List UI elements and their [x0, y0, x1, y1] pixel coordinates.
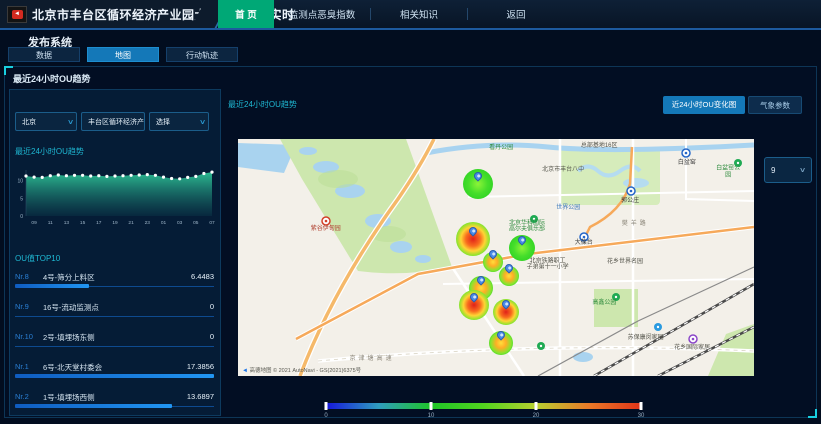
row-rank: Nr.9	[15, 302, 29, 311]
svg-text:0: 0	[20, 214, 23, 220]
svg-text:5: 5	[20, 196, 23, 202]
top-list-row: Nr.9 16号-流动监测点 0	[10, 296, 220, 326]
top-list-title: OU值TOP10	[15, 253, 60, 264]
ou-trend-chart: 0510091113151719212301030507	[12, 164, 218, 232]
row-bar-fill	[15, 404, 172, 408]
svg-text:09: 09	[31, 220, 37, 226]
chevron-down-icon: ∨	[143, 118, 145, 126]
hour-select[interactable]: 9 ∨	[764, 157, 812, 183]
row-station-name: 1号-填埋场西侧	[43, 392, 95, 403]
chevron-down-icon: ∨	[799, 166, 806, 174]
tab-0[interactable]: 数据	[8, 47, 80, 62]
weather-params-button[interactable]: 气象参数	[748, 96, 802, 114]
nav-item-0[interactable]: 首 页	[218, 0, 274, 28]
park-select-value: 丰台区循环经济产	[88, 117, 144, 127]
row-ou-value: 6.4483	[191, 272, 214, 281]
legend-tick-mark	[325, 402, 328, 410]
legend-gradient-bar	[326, 403, 641, 409]
svg-text:21: 21	[128, 220, 134, 226]
legend-tick-label: 0	[324, 413, 327, 419]
map-section-label: 最近24小时OU趋势	[228, 99, 297, 110]
park-select[interactable]: 丰台区循环经济产 ∨	[81, 112, 145, 131]
top-list-row: Nr.10 2号-填埋场东侧 0	[10, 326, 220, 356]
ou-color-legend: 0102030	[326, 403, 641, 421]
tab-2[interactable]: 行动轨迹	[166, 47, 238, 62]
nav-item-2[interactable]: 相关知识	[371, 0, 467, 28]
svg-text:11: 11	[48, 220, 53, 226]
row-ou-value: 0	[210, 302, 214, 311]
app-window: ◄ 北京市丰台区循环经济产业园大气恶臭状况实时 首 页监测点恶臭指数相关知识返回…	[0, 0, 821, 424]
station-select[interactable]: 选择 ∨	[149, 112, 209, 131]
region-select-value: 北京	[22, 117, 36, 127]
top-list-row: Nr.2 1号-填埋场西侧 13.6897	[10, 386, 220, 416]
row-rank: Nr.1	[15, 362, 29, 371]
panel-corner-accent	[4, 66, 13, 75]
svg-text:13: 13	[64, 220, 70, 226]
legend-tick-mark	[430, 402, 433, 410]
app-logo: ◄	[7, 6, 27, 23]
svg-text:03: 03	[177, 220, 183, 226]
row-rank: Nr.8	[15, 272, 29, 281]
legend-tick-label: 10	[428, 413, 435, 419]
row-ou-value: 0	[210, 332, 214, 341]
top-list-row: Nr.8 4号-筛分上料区 6.4483	[10, 266, 220, 296]
row-bar-fill	[15, 374, 214, 378]
header-bar: ◄ 北京市丰台区循环经济产业园大气恶臭状况实时 首 页监测点恶臭指数相关知识返回	[0, 0, 821, 30]
ou-change-map-button[interactable]: 近24小时OU变化图	[663, 96, 745, 114]
svg-text:17: 17	[96, 220, 102, 226]
row-ou-value: 13.6897	[187, 392, 214, 401]
legend-tick-label: 20	[533, 413, 540, 419]
view-tabs: 数据地图行动轨迹	[8, 47, 238, 62]
row-station-name: 2号-填埋场东侧	[43, 332, 95, 343]
row-ou-value: 17.3856	[187, 362, 214, 371]
row-rank: Nr.10	[15, 332, 33, 341]
legend-tick-label: 30	[638, 413, 645, 419]
nav-item-3[interactable]: 返回	[468, 0, 564, 28]
station-select-value: 选择	[156, 117, 170, 127]
legend-tick-mark	[640, 402, 643, 410]
chevron-down-icon: ∨	[199, 118, 206, 126]
map-attribution: ◄ 高德地图 © 2021 AutoNavi - GS(2021)6375号	[242, 366, 361, 374]
ou-top-list: Nr.84号-筛分上料区6.4483Nr.916号-流动监测点0Nr.102号-…	[10, 266, 220, 416]
panel-corner-accent	[808, 409, 817, 418]
hour-select-value: 9	[771, 166, 775, 175]
top-nav: 首 页监测点恶臭指数相关知识返回	[218, 0, 564, 28]
svg-text:23: 23	[145, 220, 151, 226]
svg-text:15: 15	[80, 220, 86, 226]
row-station-name: 16号-流动监测点	[43, 302, 99, 313]
svg-text:05: 05	[193, 220, 199, 226]
logo-icon: ◄	[12, 10, 23, 19]
left-panel: 北京 ∨ 丰台区循环经济产 ∨ 选择 ∨ 最近24小时OU趋势 05100911…	[9, 89, 221, 416]
amap-logo-icon: ◄	[242, 368, 248, 374]
tab-1[interactable]: 地图	[87, 47, 159, 62]
row-station-name: 4号-筛分上料区	[43, 272, 95, 283]
heat-map[interactable]: 看丹公园总部基地16区北京市丰台八中白盆窑白盆窑公园郭公庄世界公园紫谷伊甸园大葆…	[238, 139, 754, 376]
svg-text:07: 07	[209, 220, 215, 226]
nav-item-1[interactable]: 监测点恶臭指数	[274, 0, 370, 28]
row-bar-fill	[15, 284, 89, 288]
row-bar-track	[15, 316, 214, 317]
main-panel: 最近24小时OU趋势 北京 ∨ 丰台区循环经济产 ∨ 选择 ∨ 最近24小时OU…	[4, 66, 817, 418]
row-station-name: 6号-北天堂村委会	[43, 362, 102, 373]
top-list-row: Nr.1 6号-北天堂村委会 17.3856	[10, 356, 220, 386]
row-bar-track	[15, 346, 214, 347]
region-select[interactable]: 北京 ∨	[15, 112, 77, 131]
svg-text:01: 01	[161, 220, 167, 226]
header-title-block: ◄ 北京市丰台区循环经济产业园大气恶臭状况实时	[0, 0, 205, 28]
row-rank: Nr.2	[15, 392, 29, 401]
panel-title: 最近24小时OU趋势	[13, 72, 91, 85]
svg-text:10: 10	[17, 179, 23, 185]
chevron-down-icon: ∨	[67, 118, 74, 126]
legend-tick-mark	[535, 402, 538, 410]
trend-chart-label: 最近24小时OU趋势	[15, 146, 84, 157]
svg-text:19: 19	[112, 220, 118, 226]
